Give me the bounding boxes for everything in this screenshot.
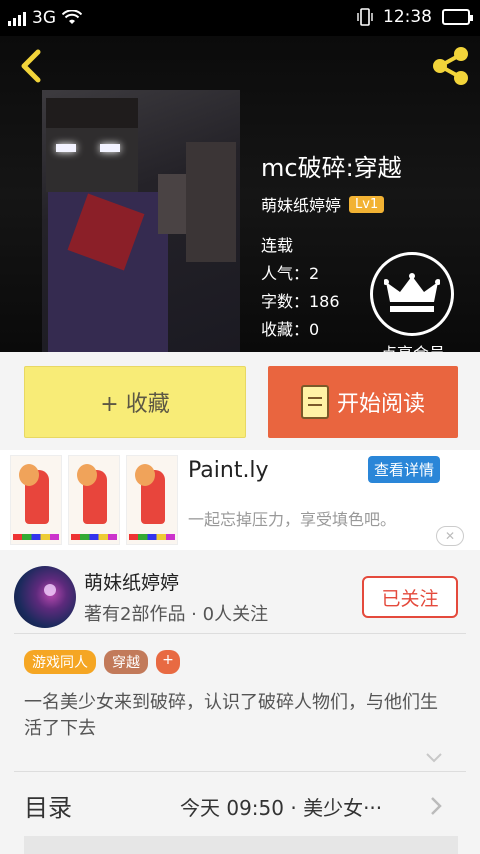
battery-icon xyxy=(442,9,473,25)
ad-close-icon[interactable]: ✕ xyxy=(436,526,464,546)
expand-chevron-icon[interactable] xyxy=(424,748,444,768)
vip-button[interactable]: 点亮会员 xyxy=(370,252,456,352)
divider xyxy=(14,771,466,772)
start-reading-button[interactable]: 开始阅读 xyxy=(268,366,458,438)
share-icon[interactable] xyxy=(428,46,472,86)
author-avatar[interactable] xyxy=(14,566,76,628)
signal-icon xyxy=(8,10,26,26)
author-card[interactable]: 萌妹纸婷婷 著有2部作品 · 0人关注 已关注 xyxy=(0,556,480,636)
follow-label: 已关注 xyxy=(381,587,439,610)
book-popularity: 人气：2 xyxy=(261,264,320,283)
follow-button[interactable]: 已关注 xyxy=(362,576,458,618)
status-bar: 3G 12:38 xyxy=(0,0,480,36)
add-tag-button[interactable]: + xyxy=(156,650,180,674)
back-arrow-icon[interactable] xyxy=(14,46,46,86)
start-reading-label: 开始阅读 xyxy=(336,392,425,417)
tag-list: 游戏同人 穿越 + xyxy=(24,650,180,674)
table-of-contents-row[interactable]: 目录 今天 09:50 · 美少女··· xyxy=(0,776,480,836)
book-icon xyxy=(300,385,329,419)
book-word-count: 字数：186 xyxy=(261,292,340,311)
divider xyxy=(14,633,466,634)
book-title: mc破碎:穿越 xyxy=(261,154,402,182)
clock: 12:38 xyxy=(383,7,432,27)
toc-label: 目录 xyxy=(24,794,72,822)
book-meta: 连载 人气：2 字数：186 收藏：0 xyxy=(261,232,340,344)
author-name: 萌妹纸婷婷 xyxy=(84,572,180,594)
book-author[interactable]: 萌妹纸婷婷 xyxy=(261,192,341,216)
network-type: 3G xyxy=(32,8,56,28)
ad-description: 一起忘掉压力，享受填色吧。 xyxy=(188,510,397,529)
chapter-list-preview xyxy=(24,836,458,854)
ad-detail-button[interactable]: 查看详情 xyxy=(368,456,441,483)
book-intro: 一名美少女来到破碎，认识了破碎人物们，与他们生活了下去 xyxy=(24,692,438,739)
book-cover-image xyxy=(42,90,240,352)
wifi-icon xyxy=(62,10,82,24)
tag-item[interactable]: 游戏同人 xyxy=(24,650,96,674)
ad-thumbnail xyxy=(10,455,62,545)
book-status: 连载 xyxy=(261,236,294,255)
level-badge: Lv1 xyxy=(349,195,385,213)
vibrate-icon xyxy=(357,8,373,26)
ad-app-name: Paint.ly xyxy=(188,458,269,483)
tag-item[interactable]: 穿越 xyxy=(104,650,148,674)
add-favorite-label: + 收藏 xyxy=(100,392,170,417)
ad-thumbnails xyxy=(10,455,178,545)
chevron-right-icon xyxy=(431,797,442,815)
book-header: mc破碎:穿越 萌妹纸婷婷 Lv1 连载 人气：2 字数：186 收藏：0 点亮… xyxy=(0,36,480,352)
ad-thumbnail xyxy=(126,455,178,545)
toc-latest-chapter: 今天 09:50 · 美少女··· xyxy=(180,796,383,820)
author-stats: 著有2部作品 · 0人关注 xyxy=(84,604,269,625)
book-favorites: 收藏：0 xyxy=(261,320,320,339)
add-favorite-button[interactable]: + 收藏 xyxy=(24,366,246,438)
ad-thumbnail xyxy=(68,455,120,545)
crown-icon xyxy=(384,273,440,312)
vip-label: 点亮会员 xyxy=(370,340,456,352)
